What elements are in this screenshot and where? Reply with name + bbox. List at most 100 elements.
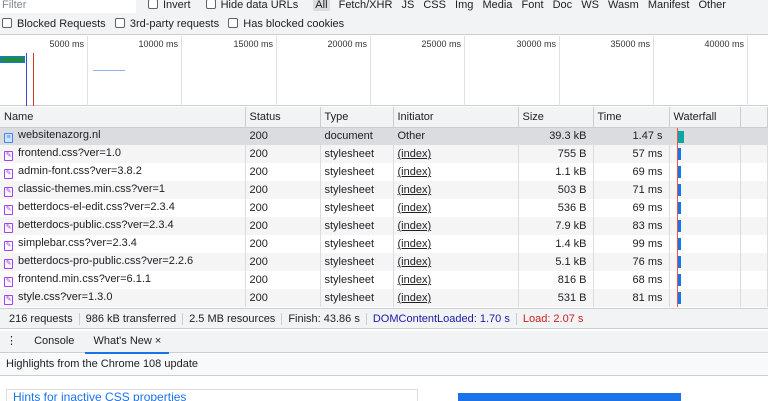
tab-whats-new-label: What's New bbox=[93, 335, 152, 347]
third-party-checkbox[interactable]: 3rd-party requests bbox=[114, 18, 220, 30]
type-filter-js[interactable]: JS bbox=[401, 0, 414, 11]
cell-time: 69 ms bbox=[593, 163, 670, 181]
cell-type: stylesheet bbox=[320, 145, 394, 163]
initiator-link[interactable]: (index) bbox=[398, 292, 432, 304]
cell-type: stylesheet bbox=[320, 235, 394, 253]
cell-time: 71 ms bbox=[593, 181, 670, 199]
overview-bar bbox=[0, 56, 25, 63]
waterfall-bar bbox=[677, 256, 681, 268]
cell-size: 503 B bbox=[518, 181, 594, 199]
cell-status: 200 bbox=[245, 217, 321, 235]
type-filter-ws[interactable]: WS bbox=[581, 0, 599, 11]
col-waterfall[interactable]: Waterfall bbox=[669, 107, 741, 128]
request-name: admin-font.css?ver=3.8.2 bbox=[18, 165, 142, 177]
stylesheet-icon: ✎ bbox=[4, 277, 13, 287]
initiator-link[interactable]: (index) bbox=[398, 184, 432, 196]
initiator-link[interactable]: (index) bbox=[398, 274, 432, 286]
tick: 20000 ms bbox=[277, 36, 371, 106]
table-row[interactable]: ✎ betterdocs-pro-public.css?ver=2.2.6 200… bbox=[0, 253, 768, 271]
hide-data-urls-checkbox[interactable]: Hide data URLs bbox=[205, 0, 305, 11]
type-filter-css[interactable]: CSS bbox=[423, 0, 446, 11]
type-filter-manifest[interactable]: Manifest bbox=[648, 0, 690, 11]
table-row[interactable]: ✎ classic-themes.min.css?ver=1 200 styles… bbox=[0, 181, 768, 199]
col-status[interactable]: Status bbox=[245, 107, 321, 128]
invert-checkbox[interactable]: Invert bbox=[148, 0, 197, 11]
col-size[interactable]: Size bbox=[518, 107, 594, 128]
cell-name[interactable]: ✎ simplebar.css?ver=2.3.4 bbox=[0, 235, 246, 253]
drawer-tabs: ⋮ Console What's New × bbox=[0, 331, 768, 354]
filter-input[interactable]: Filter bbox=[0, 0, 136, 13]
blocked-requests-checkbox[interactable]: Blocked Requests bbox=[2, 18, 106, 30]
type-filter-wasm[interactable]: Wasm bbox=[608, 0, 639, 11]
type-filter-other[interactable]: Other bbox=[698, 0, 726, 11]
tab-console[interactable]: Console bbox=[26, 331, 82, 352]
cell-name[interactable]: ✎ betterdocs-public.css?ver=2.3.4 bbox=[0, 217, 246, 235]
type-filter-font[interactable]: Font bbox=[521, 0, 543, 11]
cell-waterfall bbox=[669, 145, 741, 163]
initiator-link[interactable]: (index) bbox=[398, 202, 432, 214]
requests-table: Name Status Type Initiator Size Time Wat… bbox=[0, 107, 768, 307]
close-icon[interactable]: × bbox=[155, 335, 161, 347]
tick: 10000 ms bbox=[88, 36, 182, 106]
table-row[interactable]: ✎ frontend.min.css?ver=6.1.1 200 styleshe… bbox=[0, 271, 768, 289]
cell-name[interactable]: ✎ frontend.min.css?ver=6.1.1 bbox=[0, 271, 246, 289]
cell-waterfall bbox=[669, 271, 741, 289]
table-row[interactable]: ≡ websitenazorg.nl 200 document Other 39.… bbox=[0, 127, 768, 145]
table-row[interactable]: ✎ admin-font.css?ver=3.8.2 200 stylesheet… bbox=[0, 163, 768, 181]
type-filter-doc[interactable]: Doc bbox=[553, 0, 573, 11]
status-bar: 216 requests 986 kB transferred 2.5 MB res… bbox=[0, 308, 768, 329]
cell-extra bbox=[740, 145, 768, 163]
initiator-link[interactable]: (index) bbox=[398, 148, 432, 160]
cell-size: 536 B bbox=[518, 199, 594, 217]
type-filter-img[interactable]: Img bbox=[455, 0, 473, 11]
table-row[interactable]: ✎ betterdocs-public.css?ver=2.3.4 200 sty… bbox=[0, 217, 768, 235]
third-party-label: 3rd-party requests bbox=[129, 18, 220, 30]
has-blocked-cookies-checkbox[interactable]: Has blocked cookies bbox=[228, 18, 344, 30]
cell-size: 1.4 kB bbox=[518, 235, 594, 253]
cell-initiator: (index) bbox=[393, 199, 519, 217]
initiator-link[interactable]: (index) bbox=[398, 220, 432, 232]
cell-extra bbox=[740, 217, 768, 235]
cell-time: 83 ms bbox=[593, 217, 670, 235]
cell-type: document bbox=[320, 127, 394, 145]
cell-time: 99 ms bbox=[593, 235, 670, 253]
document-icon: ≡ bbox=[4, 133, 13, 144]
cell-type: stylesheet bbox=[320, 271, 394, 289]
table-row[interactable]: ✎ betterdocs-el-edit.css?ver=2.3.4 200 st… bbox=[0, 199, 768, 217]
tab-whats-new[interactable]: What's New × bbox=[85, 331, 170, 354]
cell-name[interactable]: ✎ frontend.css?ver=1.0 bbox=[0, 145, 246, 163]
table-row[interactable]: ✎ style.css?ver=1.3.0 200 stylesheet (ind… bbox=[0, 289, 768, 307]
cell-type: stylesheet bbox=[320, 217, 394, 235]
cell-extra bbox=[740, 235, 768, 253]
cell-initiator: (index) bbox=[393, 145, 519, 163]
initiator-link: Other bbox=[397, 130, 426, 143]
cell-name[interactable]: ✎ betterdocs-el-edit.css?ver=2.3.4 bbox=[0, 199, 246, 217]
feature-card-link[interactable]: Hints for inactive CSS properties bbox=[6, 389, 418, 401]
table-row[interactable]: ✎ simplebar.css?ver=2.3.4 200 stylesheet … bbox=[0, 235, 768, 253]
timeline-overview[interactable]: 5000 ms 10000 ms 15000 ms 20000 ms 25000… bbox=[0, 36, 768, 106]
cell-name[interactable]: ✎ admin-font.css?ver=3.8.2 bbox=[0, 163, 246, 181]
cell-name[interactable]: ✎ style.css?ver=1.3.0 bbox=[0, 289, 246, 307]
col-type[interactable]: Type bbox=[320, 107, 394, 128]
col-time[interactable]: Time bbox=[593, 107, 670, 128]
cell-name[interactable]: ≡ websitenazorg.nl bbox=[0, 127, 246, 145]
col-initiator[interactable]: Initiator bbox=[393, 107, 519, 128]
cell-name[interactable]: ✎ betterdocs-pro-public.css?ver=2.2.6 bbox=[0, 253, 246, 271]
cell-type: stylesheet bbox=[320, 253, 394, 271]
type-filter-media[interactable]: Media bbox=[482, 0, 512, 11]
cell-extra bbox=[740, 127, 768, 145]
request-name: style.css?ver=1.3.0 bbox=[18, 291, 113, 303]
table-row[interactable]: ✎ frontend.css?ver=1.0 200 stylesheet (in… bbox=[0, 145, 768, 163]
col-name[interactable]: Name bbox=[0, 107, 246, 128]
drawer-menu-icon[interactable]: ⋮ bbox=[0, 331, 23, 352]
finish-time: Finish: 43.86 s bbox=[282, 313, 367, 325]
type-filter-xhr[interactable]: Fetch/XHR bbox=[339, 0, 393, 11]
type-filter-all[interactable]: All bbox=[313, 0, 330, 11]
initiator-link[interactable]: (index) bbox=[398, 166, 432, 178]
cell-name[interactable]: ✎ classic-themes.min.css?ver=1 bbox=[0, 181, 246, 199]
cell-size: 531 B bbox=[518, 289, 594, 307]
request-name: frontend.min.css?ver=6.1.1 bbox=[18, 273, 151, 285]
initiator-link[interactable]: (index) bbox=[398, 256, 432, 268]
tick: 35000 ms bbox=[560, 36, 654, 106]
initiator-link[interactable]: (index) bbox=[398, 238, 432, 250]
